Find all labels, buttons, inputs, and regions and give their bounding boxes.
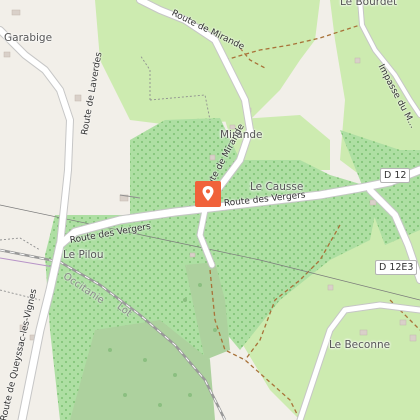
place-label-garabige: Garabige (4, 32, 53, 44)
place-label-le-bourdet: Le Bourdet (340, 0, 398, 8)
road-ref-d12: D 12 (380, 168, 411, 183)
map-view[interactable]: Garabige Le Bourdet Mirande Le Causse Le… (0, 0, 420, 420)
map-canvas (0, 0, 420, 420)
road-ref-d12e3: D 12E3 (375, 260, 418, 275)
map-pin-graphic (195, 181, 221, 207)
place-label-le-beconne: Le Beconne (329, 339, 391, 351)
map-pin-icon[interactable] (195, 181, 221, 207)
place-label-le-pilou: Le Pilou (63, 249, 104, 261)
